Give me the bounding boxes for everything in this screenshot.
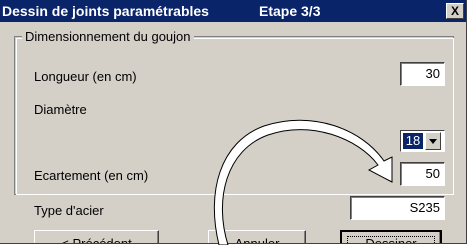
curved-arrow-icon <box>213 119 393 245</box>
